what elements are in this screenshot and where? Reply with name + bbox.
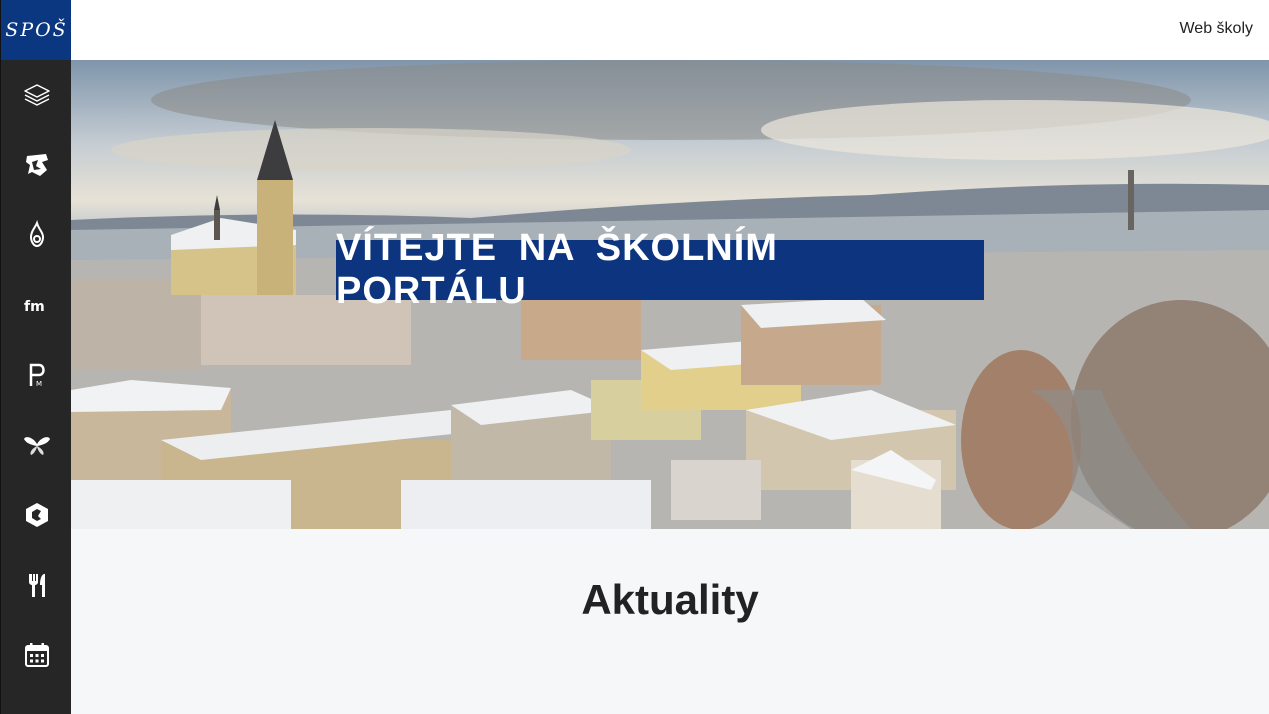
sidebar-item-layers[interactable]: [1, 60, 72, 130]
school-logo[interactable]: SPOŠ: [1, 0, 72, 60]
top-bar: Web školy: [71, 0, 1269, 60]
butterfly-icon: [23, 437, 50, 455]
calendar-icon: [24, 643, 49, 667]
hero-title: VÍTEJTE NA ŠKOLNÍM PORTÁLU: [336, 227, 984, 312]
sidebar-item-canteen[interactable]: [1, 550, 72, 620]
sidebar: SPOŠ fm M: [0, 0, 72, 714]
flame-icon: [29, 220, 44, 248]
layers-icon: [23, 84, 50, 106]
news-section-title: Aktuality: [581, 576, 759, 623]
svg-text:fm: fm: [24, 299, 45, 315]
sidebar-item-pm[interactable]: M: [1, 340, 72, 410]
sidebar-item-calendar[interactable]: [1, 620, 72, 690]
sidebar-item-butterfly[interactable]: [1, 410, 72, 480]
logo-text: SPOŠ: [5, 19, 68, 41]
school-website-link[interactable]: Web školy: [1179, 20, 1253, 38]
sidebar-item-fm[interactable]: fm: [1, 270, 72, 340]
svg-text:M: M: [36, 380, 42, 388]
cutlery-icon: [28, 574, 45, 597]
hexagon-logo-icon: [25, 503, 48, 527]
mascot-icon: [25, 154, 48, 176]
fm-icon: fm: [24, 299, 45, 315]
sidebar-item-hexagon[interactable]: [1, 480, 72, 550]
sidebar-item-flame[interactable]: [1, 200, 72, 270]
pm-icon: M: [29, 363, 45, 388]
sidebar-item-mascot[interactable]: [1, 130, 72, 200]
hero-banner: VÍTEJTE NA ŠKOLNÍM PORTÁLU: [71, 60, 1269, 529]
